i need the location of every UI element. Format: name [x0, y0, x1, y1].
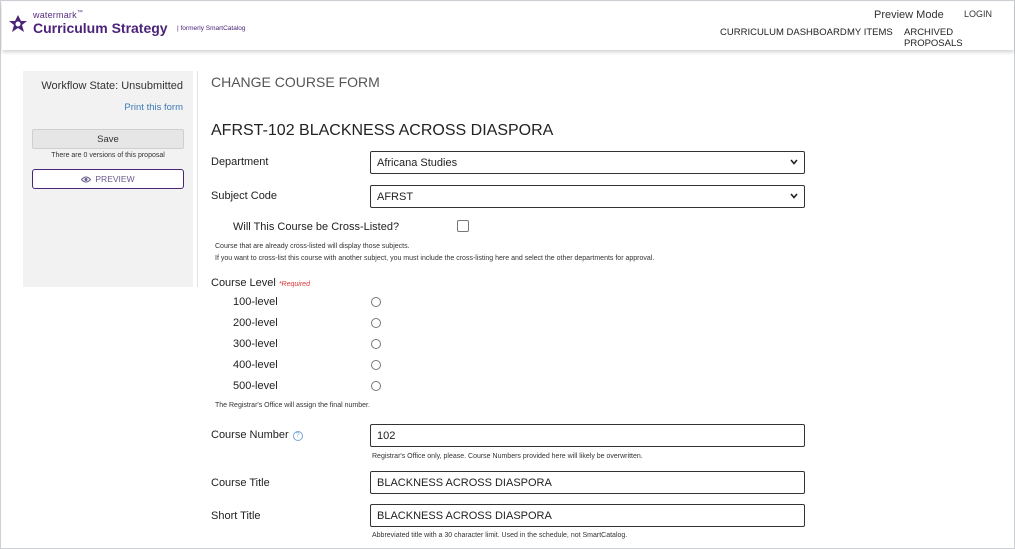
course-level-label: Course Level *Required — [211, 277, 310, 289]
department-label: Department — [211, 156, 269, 168]
level-300-label: 300-level — [233, 338, 278, 350]
subject-code-select-value: AFRST — [377, 191, 414, 203]
department-select[interactable]: Africana Studies — [370, 151, 805, 174]
sidebar-divider — [197, 71, 198, 287]
top-header: watermark™ Curriculum Strategy | formerl… — [2, 2, 1014, 50]
course-number-input[interactable] — [370, 424, 805, 447]
save-button[interactable]: Save — [32, 129, 184, 149]
sidebar: Workflow State: Unsubmitted Print this f… — [23, 71, 193, 287]
level-500-radio[interactable] — [371, 381, 381, 391]
short-title-label: Short Title — [211, 510, 261, 522]
app-window: watermark™ Curriculum Strategy | formerl… — [0, 0, 1015, 549]
question-circle-icon[interactable]: ? — [292, 431, 303, 441]
chevron-down-icon — [790, 193, 798, 199]
cross-listed-note-1: Course that are already cross-listed wil… — [215, 243, 410, 250]
course-number-note: Registrar's Office only, please. Course … — [372, 453, 643, 460]
level-200-label: 200-level — [233, 317, 278, 329]
level-100-radio[interactable] — [371, 297, 381, 307]
level-200-radio[interactable] — [371, 318, 381, 328]
course-level-label-text: Course Level — [211, 277, 276, 289]
level-400-radio[interactable] — [371, 360, 381, 370]
level-100-label: 100-level — [233, 296, 278, 308]
cross-listed-label: Will This Course be Cross-Listed? — [233, 221, 400, 233]
form-header: CHANGE COURSE FORM — [211, 74, 380, 90]
preview-button[interactable]: PREVIEW — [32, 169, 184, 189]
department-select-value: Africana Studies — [377, 157, 458, 169]
versions-text: There are 0 versions of this proposal — [51, 152, 165, 159]
print-form-link[interactable]: Print this form — [124, 102, 183, 113]
level-500-label: 500-level — [233, 380, 278, 392]
course-heading: AFRST-102 BLACKNESS ACROSS DIASPORA — [211, 122, 554, 139]
course-number-label-text: Course Number — [211, 429, 289, 441]
preview-mode-label: Preview Mode — [874, 9, 944, 21]
login-link[interactable]: LOGIN — [964, 9, 992, 19]
subject-code-select[interactable]: AFRST — [370, 185, 805, 208]
required-marker: *Required — [278, 281, 310, 288]
chevron-down-icon — [790, 159, 798, 165]
nav-curriculum-dashboard[interactable]: CURRICULUM DASHBOARD — [720, 27, 847, 38]
brand-formerly: | formerly SmartCatalog — [177, 25, 246, 32]
level-300-radio[interactable] — [371, 339, 381, 349]
nav-my-items[interactable]: MY ITEMS — [847, 27, 893, 38]
brand-small: watermark™ — [33, 10, 84, 20]
short-title-input[interactable] — [370, 504, 805, 527]
level-400-label: 400-level — [233, 359, 278, 371]
nav-archived-proposals[interactable]: ARCHIVED PROPOSALS — [904, 27, 1014, 49]
workflow-state: Workflow State: Unsubmitted — [41, 80, 183, 92]
watermark-logo-icon — [9, 15, 27, 32]
preview-button-label: PREVIEW — [95, 174, 135, 184]
subject-code-label: Subject Code — [211, 190, 278, 202]
brand-title: Curriculum Strategy — [33, 20, 168, 36]
course-title-input[interactable] — [370, 471, 805, 494]
cross-listed-checkbox[interactable] — [457, 220, 469, 232]
cross-listed-note-2: If you want to cross-list this course wi… — [215, 255, 655, 262]
short-title-note: Abbreviated title with a 30 character li… — [372, 532, 628, 539]
course-level-note: The Registrar's Office will assign the f… — [215, 402, 370, 409]
course-title-label: Course Title — [211, 477, 270, 489]
course-number-label: Course Number? — [211, 429, 303, 441]
eye-icon — [81, 176, 92, 182]
